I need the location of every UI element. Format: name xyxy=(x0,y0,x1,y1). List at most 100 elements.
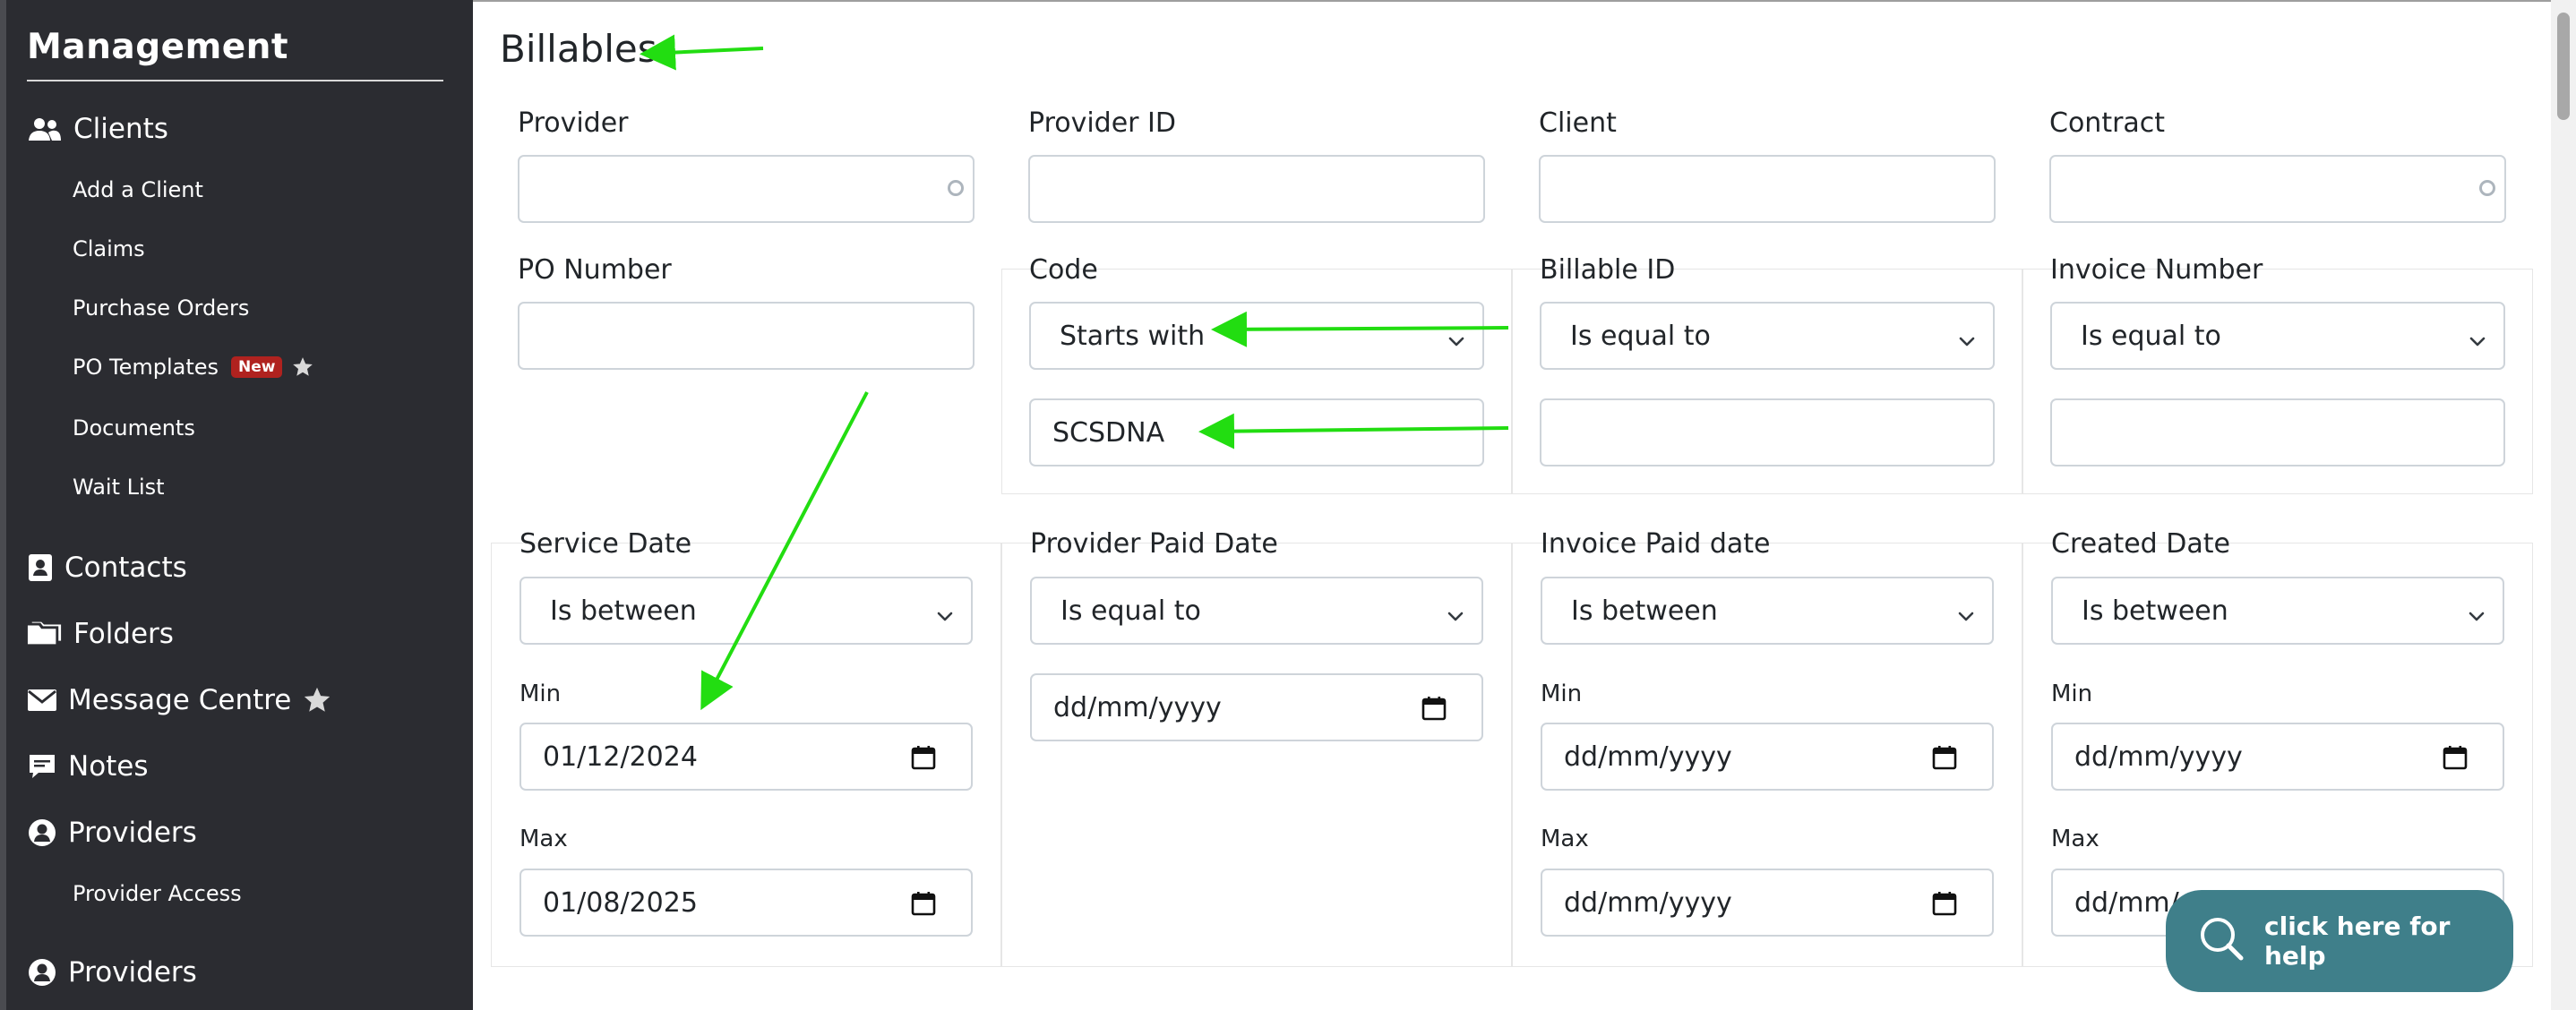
calendar-icon[interactable] xyxy=(910,890,937,924)
nav-sub-purchase-orders[interactable]: Purchase Orders xyxy=(73,295,249,321)
provider-paid-date-operator-select[interactable]: Is equal to xyxy=(1030,577,1483,645)
contract-input[interactable] xyxy=(2049,155,2506,223)
brand-title: Management xyxy=(27,27,289,67)
nav-label: Providers xyxy=(68,956,197,989)
created-date-min-label: Min xyxy=(2051,680,2093,707)
po-number-label: PO Number xyxy=(518,254,672,286)
provider-id-label: Provider ID xyxy=(1028,107,1176,139)
service-date-min-label: Min xyxy=(519,680,562,707)
nav-sub-label: Provider Access xyxy=(73,881,242,906)
calendar-icon[interactable] xyxy=(1931,744,1958,778)
help-label: click here for help xyxy=(2264,912,2451,971)
nav-label: Providers xyxy=(68,817,197,849)
provider-paid-date-input[interactable]: dd/mm/yyyy xyxy=(1030,673,1483,741)
calendar-icon[interactable] xyxy=(2442,744,2469,778)
client-input[interactable] xyxy=(1539,155,1996,223)
calendar-icon[interactable] xyxy=(1421,695,1447,729)
nav-label: Message Centre xyxy=(68,684,292,716)
invoice-paid-date-operator-value: Is between xyxy=(1571,595,1718,627)
billable-id-value-input[interactable] xyxy=(1540,398,1995,466)
created-date-label: Created Date xyxy=(2051,528,2230,560)
nav-item-providers[interactable]: Providers xyxy=(27,817,197,849)
billable-id-operator-select[interactable]: Is equal to xyxy=(1540,302,1995,370)
nav-label: Folders xyxy=(73,618,174,650)
invoice-number-operator-select[interactable]: Is equal to xyxy=(2050,302,2505,370)
contract-label: Contract xyxy=(2049,107,2166,139)
nav-label: Notes xyxy=(68,750,149,783)
new-badge: New xyxy=(231,356,283,378)
code-operator-value: Starts with xyxy=(1060,320,1206,352)
po-number-input[interactable] xyxy=(518,302,975,370)
created-date-operator-select[interactable]: Is between xyxy=(2051,577,2504,645)
chevron-down-icon xyxy=(1447,327,1466,358)
nav-item-providers-2[interactable]: Providers xyxy=(27,956,197,989)
invoice-paid-date-max-input[interactable]: dd/mm/yyyy xyxy=(1541,869,1994,937)
chevron-down-icon xyxy=(1957,327,1977,358)
created-date-min-input[interactable]: dd/mm/yyyy xyxy=(2051,723,2504,791)
nav-sub-label: Add a Client xyxy=(73,177,203,202)
user-circle-icon xyxy=(27,957,57,988)
nav-sub-label: Wait List xyxy=(73,475,165,500)
chevron-down-icon xyxy=(2468,327,2487,358)
invoice-paid-date-max-label: Max xyxy=(1541,826,1589,852)
provider-label: Provider xyxy=(518,107,629,139)
invoice-paid-date-operator-select[interactable]: Is between xyxy=(1541,577,1994,645)
service-date-max-value: 01/08/2025 xyxy=(543,886,698,919)
provider-id-input[interactable] xyxy=(1028,155,1485,223)
calendar-icon[interactable] xyxy=(1931,890,1958,924)
users-icon xyxy=(27,114,63,144)
nav-item-folders[interactable]: Folders xyxy=(27,618,174,650)
service-date-operator-select[interactable]: Is between xyxy=(519,577,973,645)
chevron-down-icon xyxy=(1446,602,1465,633)
provider-paid-date-label: Provider Paid Date xyxy=(1030,528,1278,560)
code-value: SCSDNA xyxy=(1052,416,1165,449)
star-icon[interactable] xyxy=(302,685,332,715)
nav-sub-provider-access[interactable]: Provider Access xyxy=(73,881,242,906)
nav-item-clients[interactable]: Clients xyxy=(27,113,168,145)
scrollbar-track[interactable] xyxy=(2551,0,2576,1010)
nav-sub-documents[interactable]: Documents xyxy=(73,415,195,441)
calendar-icon[interactable] xyxy=(910,744,937,778)
nav-item-notes[interactable]: Notes xyxy=(27,750,149,783)
search-icon xyxy=(2198,915,2245,968)
service-date-min-input[interactable]: 01/12/2024 xyxy=(519,723,973,791)
invoice-paid-date-max-value: dd/mm/yyyy xyxy=(1564,886,1732,919)
chevron-down-icon xyxy=(2467,602,2486,633)
user-circle-icon xyxy=(27,817,57,848)
created-date-min-value: dd/mm/yyyy xyxy=(2074,740,2243,773)
invoice-paid-date-min-label: Min xyxy=(1541,680,1583,707)
scrollbar-thumb[interactable] xyxy=(2557,13,2570,120)
help-button[interactable]: click here for help xyxy=(2166,890,2513,992)
service-date-operator-value: Is between xyxy=(550,595,697,627)
invoice-number-value-input[interactable] xyxy=(2050,398,2505,466)
client-label: Client xyxy=(1539,107,1617,139)
provider-paid-date-operator-value: Is equal to xyxy=(1060,595,1201,627)
service-date-max-label: Max xyxy=(519,826,568,852)
billable-id-operator-value: Is equal to xyxy=(1570,320,1711,352)
nav-sub-label: Purchase Orders xyxy=(73,295,250,321)
nav-sub-po-templates[interactable]: PO Templates New xyxy=(73,355,314,380)
provider-paid-date-value: dd/mm/yyyy xyxy=(1053,691,1222,723)
code-value-input[interactable]: SCSDNA xyxy=(1029,398,1484,466)
invoice-paid-date-min-input[interactable]: dd/mm/yyyy xyxy=(1541,723,1994,791)
nav-item-message-centre[interactable]: Message Centre xyxy=(27,684,332,716)
nav-sub-label: Documents xyxy=(73,415,195,441)
sidebar-edge xyxy=(0,0,6,1010)
service-date-max-input[interactable]: 01/08/2025 xyxy=(519,869,973,937)
service-date-label: Service Date xyxy=(519,528,692,560)
nav-sub-claims[interactable]: Claims xyxy=(73,236,145,261)
chevron-down-icon xyxy=(1956,602,1976,633)
billable-id-label: Billable ID xyxy=(1540,254,1676,286)
contact-card-icon xyxy=(27,552,54,583)
nav-sub-wait-list[interactable]: Wait List xyxy=(73,475,165,500)
code-operator-select[interactable]: Starts with xyxy=(1029,302,1484,370)
provider-input[interactable] xyxy=(518,155,975,223)
nav-item-contacts[interactable]: Contacts xyxy=(27,552,187,584)
top-border xyxy=(473,0,2551,2)
folders-icon xyxy=(27,619,63,649)
star-icon[interactable] xyxy=(291,355,314,379)
nav-label: Clients xyxy=(73,113,168,145)
loading-ring-icon xyxy=(948,180,964,196)
nav-sub-add-client[interactable]: Add a Client xyxy=(73,177,203,202)
invoice-paid-date-label: Invoice Paid date xyxy=(1541,528,1771,560)
